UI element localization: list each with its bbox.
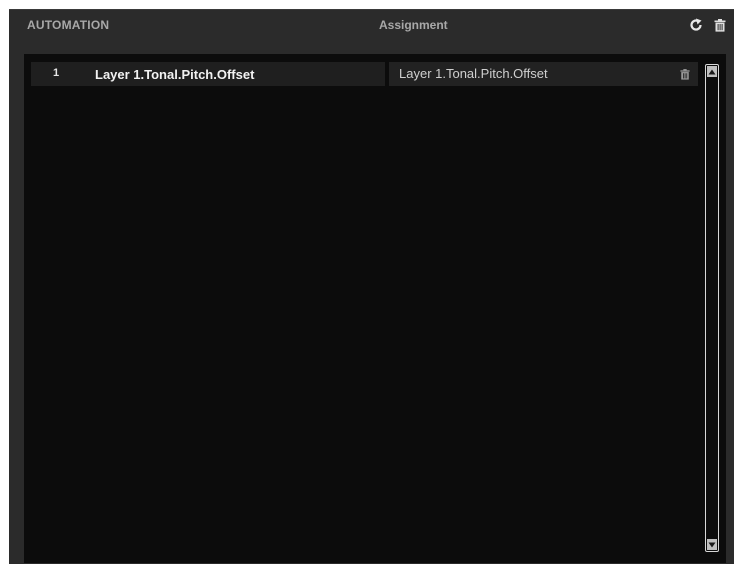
chevron-down-icon xyxy=(708,542,716,547)
row-assignment-name: Layer 1.Tonal.Pitch.Offset xyxy=(399,66,548,81)
panel-header: AUTOMATION Assignment xyxy=(9,10,734,40)
trash-icon xyxy=(714,18,726,32)
scroll-up-button[interactable] xyxy=(707,66,717,77)
section-title: AUTOMATION xyxy=(27,18,110,32)
trash-icon xyxy=(680,68,690,80)
row-parameter-cell[interactable]: 1 Layer 1.Tonal.Pitch.Offset xyxy=(31,62,385,86)
reload-icon xyxy=(690,18,702,31)
delete-all-button[interactable] xyxy=(712,17,728,33)
column-title-assignment: Assignment xyxy=(379,18,448,32)
row-delete-button[interactable] xyxy=(678,66,692,82)
table-row[interactable]: 1 Layer 1.Tonal.Pitch.Offset Layer 1.Ton… xyxy=(31,62,698,86)
reload-button[interactable] xyxy=(688,17,704,33)
chevron-up-icon xyxy=(708,69,716,74)
row-parameter-name: Layer 1.Tonal.Pitch.Offset xyxy=(95,67,255,82)
automation-panel: AUTOMATION Assignment 1 Layer 1.Tonal.Pi… xyxy=(9,9,734,564)
scroll-down-button[interactable] xyxy=(707,539,717,550)
row-assignment-cell[interactable]: Layer 1.Tonal.Pitch.Offset xyxy=(389,62,698,86)
row-index: 1 xyxy=(53,67,60,79)
automation-list: 1 Layer 1.Tonal.Pitch.Offset Layer 1.Ton… xyxy=(24,54,726,563)
vertical-scrollbar[interactable] xyxy=(705,64,719,552)
